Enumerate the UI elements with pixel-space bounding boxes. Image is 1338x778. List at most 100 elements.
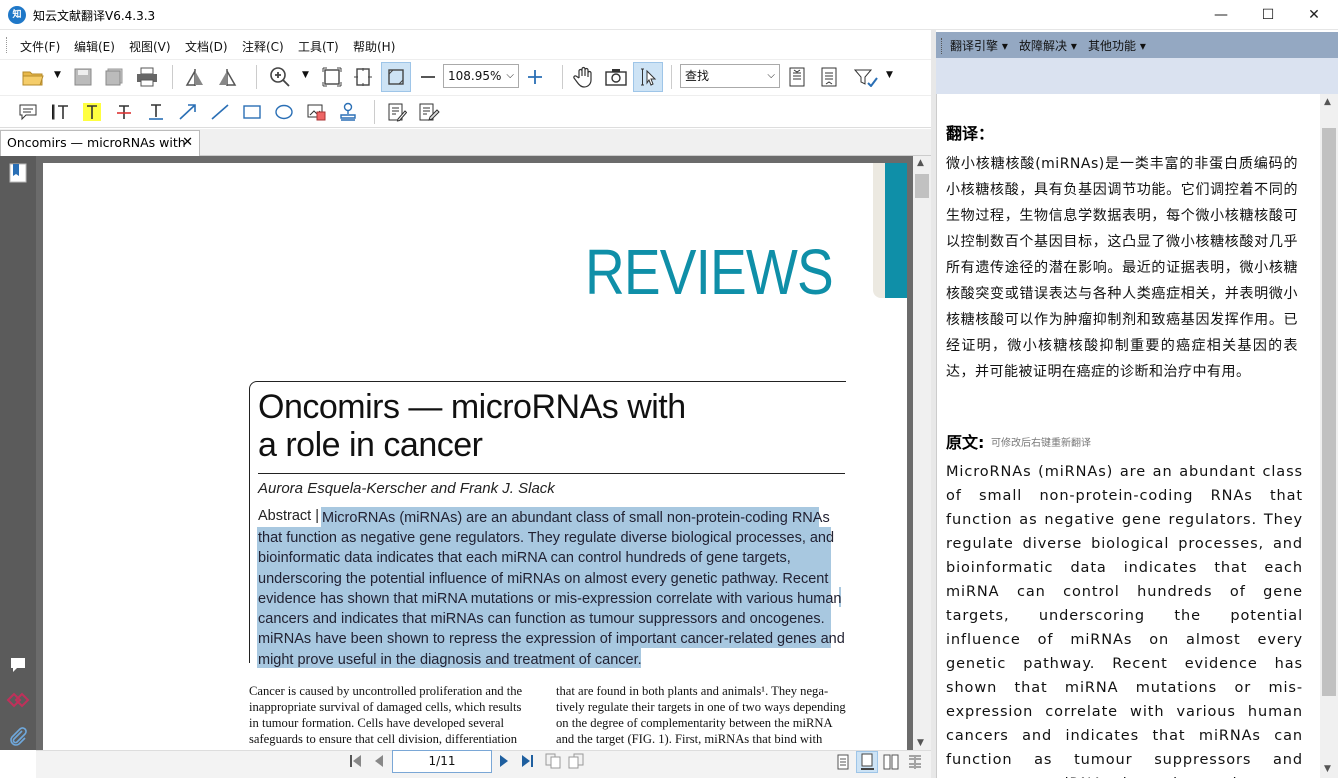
chevron-down-icon: ⌵	[767, 70, 775, 81]
rectangle-icon[interactable]	[239, 99, 265, 125]
open-folder-icon[interactable]	[20, 64, 46, 90]
annotation-toolbar	[0, 95, 931, 128]
last-page-icon[interactable]	[520, 754, 534, 771]
scroll-up-icon[interactable]: ▲	[917, 158, 924, 168]
close-tab-icon[interactable]: ✕	[182, 131, 193, 155]
next-page-icon[interactable]	[498, 754, 510, 771]
translation-scroll-thumb[interactable]	[1322, 128, 1336, 696]
body-col2-line: on the degree of complementarity between…	[556, 716, 833, 730]
page-number-input[interactable]: 1/11	[392, 750, 492, 773]
fit-page-icon[interactable]	[319, 64, 345, 90]
body-col2-line: that are found in both plants and animal…	[556, 684, 829, 698]
arrow-icon[interactable]	[175, 99, 201, 125]
bookmark-icon[interactable]	[9, 163, 27, 186]
minimize-button[interactable]: —	[1198, 0, 1244, 30]
text-insert-icon[interactable]	[47, 99, 73, 125]
menu-help[interactable]: 帮助(H)	[353, 38, 395, 55]
find-prev-icon[interactable]	[784, 64, 810, 90]
ellipse-icon[interactable]	[271, 99, 297, 125]
scroll-down-icon[interactable]: ▼	[1324, 764, 1331, 774]
menu-tools[interactable]: 工具(T)	[298, 38, 339, 55]
attachment-icon[interactable]	[8, 726, 28, 749]
scroll-down-icon[interactable]: ▼	[917, 738, 924, 748]
save-all-icon[interactable]	[101, 64, 127, 90]
translation-text[interactable]: 微小核糖核酸(miRNAs)是一类丰富的非蛋白质编码的小核糖核酸，具有负基因调节…	[946, 151, 1298, 385]
page-accent-stripe	[885, 163, 907, 298]
first-page-icon[interactable]	[349, 754, 363, 771]
fit-width-icon[interactable]	[350, 64, 376, 90]
close-button[interactable]: ✕	[1291, 0, 1337, 30]
viewer-scroll-thumb[interactable]	[915, 174, 929, 198]
two-page-continuous-icon[interactable]	[907, 754, 923, 773]
abstract-line: evidence has shown that miRNA mutations …	[258, 591, 842, 607]
edit-note-icon[interactable]	[384, 99, 410, 125]
abstract-line: MicroRNAs (miRNAs) are an abundant class…	[322, 510, 830, 526]
zoom-dropdown-icon[interactable]: ▼	[302, 70, 309, 80]
edit-form-icon[interactable]	[416, 99, 442, 125]
comment-icon[interactable]	[15, 99, 41, 125]
zoom-value: 108.95%	[448, 69, 502, 83]
separator	[172, 65, 173, 89]
menu-translation-engine[interactable]: 翻译引擎 ▾	[950, 37, 1008, 54]
snapshot-icon[interactable]	[603, 64, 629, 90]
comments-panel-icon[interactable]	[9, 656, 27, 677]
zoom-in-icon[interactable]	[267, 64, 293, 90]
translation-heading: 翻译：	[946, 124, 995, 143]
prev-page-icon[interactable]	[373, 754, 385, 771]
menu-edit[interactable]: 编辑(E)	[74, 38, 115, 55]
menu-document[interactable]: 文档(D)	[185, 38, 228, 55]
menu-annotation[interactable]: 注释(C)	[242, 38, 284, 55]
body-col1-line: Cancer is caused by uncontrolled prolife…	[249, 684, 523, 698]
rotate-left-icon[interactable]	[182, 64, 208, 90]
more-dropdown-icon[interactable]: ▼	[886, 70, 893, 80]
maximize-button[interactable]: ☐	[1245, 0, 1291, 30]
viewer-scrollbar[interactable]	[913, 156, 931, 750]
find-select[interactable]: 查找 ⌵	[680, 64, 780, 88]
paper-title-line1: Oncomirs — microRNAs with	[258, 388, 686, 426]
abstract-line: bioinformatic data indicates that each m…	[258, 550, 791, 566]
highlight-text-icon[interactable]	[79, 99, 105, 125]
menu-view[interactable]: 视图(V)	[129, 38, 171, 55]
save-icon[interactable]	[70, 64, 96, 90]
title-bar	[0, 0, 1338, 30]
forward-view-icon[interactable]	[568, 753, 584, 772]
original-hint: 可修改后右键重新翻译	[991, 438, 1091, 449]
app-logo: 知	[8, 6, 26, 24]
abstract-line: that function as negative gene regulator…	[258, 530, 835, 546]
actual-size-icon[interactable]	[381, 62, 411, 92]
menu-file[interactable]: 文件(F)	[20, 38, 60, 55]
zoom-plus-icon[interactable]	[522, 64, 548, 90]
document-tab-label: Oncomirs — microRNAs with	[7, 135, 186, 150]
select-text-icon[interactable]	[633, 62, 663, 92]
highlight-settings-icon[interactable]	[853, 64, 879, 90]
selection-mask	[641, 648, 841, 669]
single-page-icon[interactable]	[836, 754, 850, 773]
stamp-icon[interactable]	[335, 99, 361, 125]
abstract-line: miRNAs have been shown to repress the ex…	[258, 631, 845, 647]
rotate-right-icon[interactable]	[214, 64, 240, 90]
find-next-icon[interactable]	[816, 64, 842, 90]
underline-icon[interactable]	[143, 99, 169, 125]
back-view-icon[interactable]	[545, 753, 561, 772]
menu-troubleshoot[interactable]: 故障解决 ▾	[1019, 37, 1077, 54]
translation-toolbar	[936, 58, 1338, 94]
two-page-icon[interactable]	[883, 754, 899, 773]
layers-icon[interactable]	[6, 690, 30, 713]
image-stamp-icon[interactable]	[303, 99, 329, 125]
zoom-out-icon[interactable]	[415, 64, 441, 90]
line-icon[interactable]	[207, 99, 233, 125]
body-col2-line: and the target (FIG. 1). First, miRNAs t…	[556, 732, 823, 746]
strikeout-icon[interactable]	[111, 99, 137, 125]
original-text[interactable]: MicroRNAs (miRNAs) are an abundant class…	[946, 460, 1303, 778]
print-icon[interactable]	[134, 64, 160, 90]
open-dropdown-icon[interactable]: ▼	[54, 70, 61, 80]
zoom-select[interactable]: 108.95% ⌵	[443, 64, 519, 88]
paper-title-line2: a role in cancer	[258, 426, 483, 464]
continuous-page-icon[interactable]	[856, 751, 878, 773]
menu-other-functions[interactable]: 其他功能 ▾	[1088, 37, 1146, 54]
hand-tool-icon[interactable]	[571, 64, 597, 90]
document-tab[interactable]: Oncomirs — microRNAs with ✕	[0, 130, 200, 156]
separator	[671, 65, 672, 89]
scroll-up-icon[interactable]: ▲	[1324, 97, 1331, 107]
menu-grip	[941, 38, 944, 54]
